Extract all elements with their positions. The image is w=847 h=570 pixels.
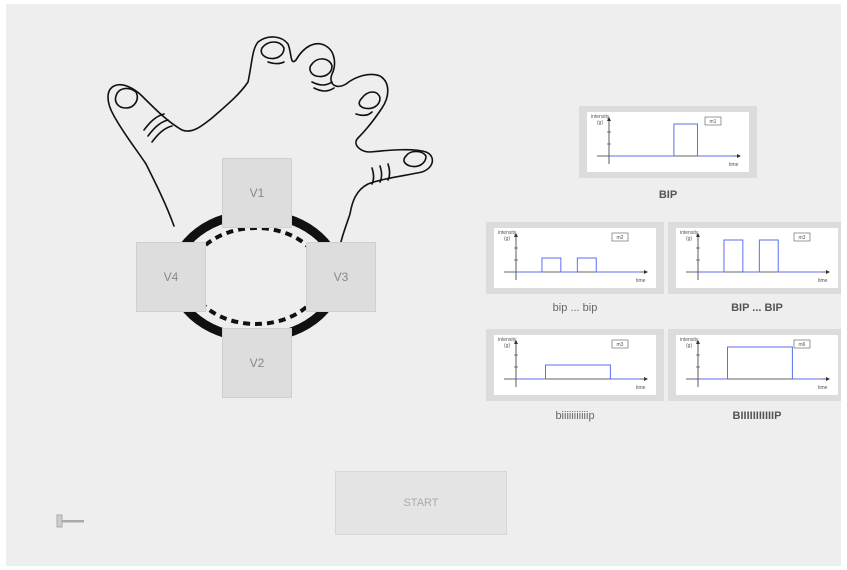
y-axis-unit: (g): [686, 236, 692, 242]
pattern-graph: intensity(g)timem3: [676, 228, 838, 288]
vibrator-v1-button[interactable]: V1: [222, 158, 292, 228]
pattern-card-bip-bip[interactable]: intensity (g) time m2: [486, 222, 664, 294]
pulse-waveform: [698, 346, 822, 380]
pattern-badge-text: m3: [799, 235, 806, 241]
pattern-card-biiip[interactable]: intensity (g) time m3: [486, 329, 664, 401]
x-axis-label: time: [636, 278, 646, 284]
x-axis-arrow-icon: [737, 154, 741, 158]
pattern-label: BIIIIIIIIIIIP: [732, 410, 782, 422]
pattern-graph: intensity(g)timem1: [587, 112, 749, 172]
pattern-badge-text: m6: [799, 342, 806, 348]
vibrator-v2-button[interactable]: V2: [222, 328, 292, 398]
pattern-card-bip[interactable]: intensity (g) time m1: [579, 106, 757, 178]
start-button[interactable]: START: [335, 471, 507, 535]
pulse-waveform: [609, 123, 733, 157]
pattern-badge-text: m3: [617, 342, 624, 348]
pattern-label: bip ... bip: [552, 302, 598, 314]
pattern-badge-text: m2: [617, 235, 624, 241]
x-axis-arrow-icon: [826, 377, 830, 381]
experiment-panel: V1 V4 V3 V2 intensity (g) time m1 BIP inten…: [6, 4, 841, 566]
y-axis-unit: (g): [504, 236, 510, 242]
pattern-label: BIP ... BIP: [731, 302, 783, 314]
x-axis-label: time: [636, 385, 646, 391]
pulse-waveform: [698, 239, 822, 273]
x-axis-arrow-icon: [826, 270, 830, 274]
y-axis-unit: (g): [504, 343, 510, 349]
vibrator-v3-button[interactable]: V3: [306, 242, 376, 312]
x-axis-label: time: [818, 385, 828, 391]
x-axis-label: time: [818, 278, 828, 284]
slider-handle-icon[interactable]: [54, 513, 88, 529]
x-axis-arrow-icon: [644, 377, 648, 381]
pattern-label: biiiiiiiiiiip: [555, 410, 595, 422]
pulse-waveform: [516, 257, 640, 273]
pattern-card-bip-bip-strong[interactable]: intensity (g) time m3: [668, 222, 841, 294]
vibrator-v4-button[interactable]: V4: [136, 242, 206, 312]
pulse-waveform: [516, 364, 640, 380]
pattern-label: BIP: [658, 189, 678, 201]
pattern-graph: intensity(g)timem2: [494, 228, 656, 288]
x-axis-arrow-icon: [644, 270, 648, 274]
pattern-graph: intensity(g)timem3: [494, 335, 656, 395]
pattern-card-biiip-strong[interactable]: intensity (g) time m6: [668, 329, 841, 401]
y-axis-unit: (g): [597, 120, 603, 126]
y-axis-unit: (g): [686, 343, 692, 349]
pattern-badge-text: m1: [710, 119, 717, 125]
x-axis-label: time: [729, 162, 739, 168]
pattern-graph: intensity(g)timem6: [676, 335, 838, 395]
